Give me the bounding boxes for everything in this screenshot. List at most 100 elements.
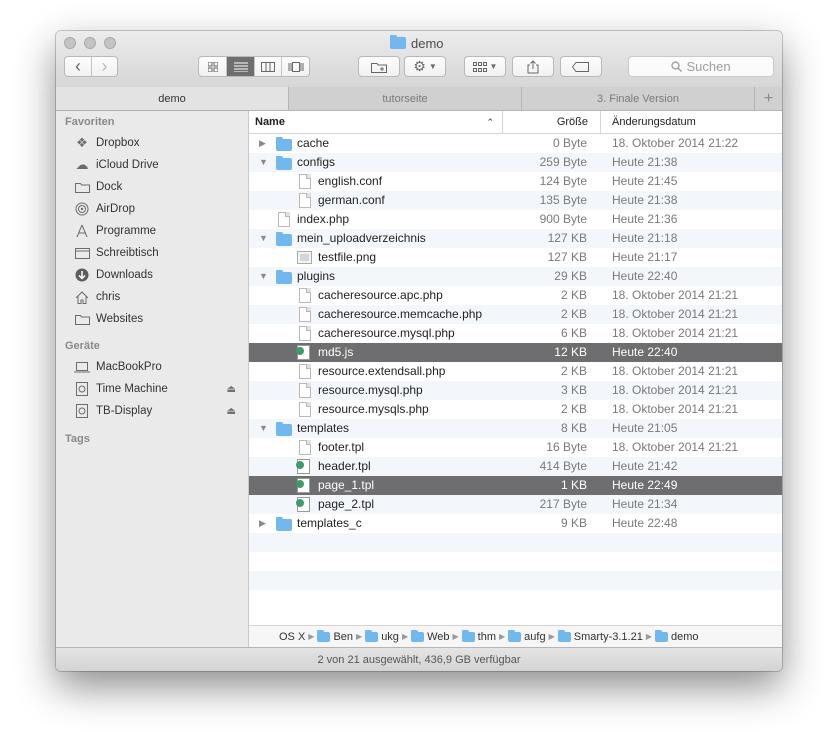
path-crumb[interactable]: Web [411,629,450,643]
path-crumb[interactable]: OS X [279,631,305,643]
sidebar-item-macbookpro[interactable]: MacBookPro [74,357,242,377]
sidebar-item-icloud-drive[interactable]: ☁ iCloud Drive [74,155,242,175]
chevron-right-icon: ▶ [401,632,409,641]
table-row[interactable]: md5.js 12 KB Heute 22:40 [249,343,782,362]
apps-icon [74,224,90,238]
forward-button[interactable]: › [90,56,117,76]
table-row[interactable]: footer.tpl 16 Byte 18. Oktober 2014 21:21 [249,438,782,457]
table-row[interactable]: ▶ cache 0 Byte 18. Oktober 2014 21:22 [249,134,782,153]
disclosure-closed-icon[interactable]: ▶ [259,518,269,528]
status-text: 2 von 21 ausgewählt, 436,9 GB verfügbar [317,654,521,666]
sidebar-item-label: iCloud Drive [96,159,159,171]
back-button[interactable]: ‹ [65,56,91,76]
desktop-icon [74,246,90,260]
sidebar-item-downloads[interactable]: Downloads [74,265,242,285]
document-icon [299,307,311,322]
column-header-size[interactable]: Größe [503,111,601,133]
tab-tutorseite[interactable]: tutorseite [289,87,522,110]
sidebar-item-dock[interactable]: Dock [74,177,242,197]
path-crumb[interactable]: Smarty-3.1.21 [557,629,643,643]
file-date: 18. Oktober 2014 21:21 [612,326,739,340]
tab-demo[interactable]: demo [56,87,289,110]
file-date: 18. Oktober 2014 21:21 [612,307,739,321]
table-row[interactable]: ▶ templates_c 9 KB Heute 22:48 [249,514,782,533]
sidebar-item-schreibtisch[interactable]: Schreibtisch [74,243,242,263]
column-header-name[interactable]: Name ⌃ [249,111,503,133]
table-row[interactable]: header.tpl 414 Byte Heute 21:42 [249,457,782,476]
sidebar-item-label: chris [96,291,121,303]
disclosure-open-icon[interactable]: ▼ [259,157,269,167]
sidebar-item-programme[interactable]: Programme [74,221,242,241]
disclosure-closed-icon[interactable]: ▶ [259,138,269,148]
column-header-name-label: Name [255,116,285,128]
column-view-button[interactable] [253,57,282,76]
path-crumb[interactable]: aufg [508,629,546,643]
sidebar-item-time-machine[interactable]: Time Machine ⏏ [74,379,242,399]
path-crumb[interactable]: Ben [317,629,353,643]
zoom-button[interactable] [104,37,116,49]
path-crumb[interactable]: thm [461,629,497,643]
table-row[interactable]: resource.extendsall.php 2 KB 18. Oktober 2… [249,362,782,381]
share-button[interactable] [512,56,554,77]
empty-row [249,571,782,590]
table-row[interactable]: ▼ mein_uploadverzeichnis 127 KB Heute 21:18 [249,229,782,248]
tab-finale-version[interactable]: 3. Finale Version [522,87,755,110]
document-icon [299,383,311,398]
column-header-date[interactable]: Änderungsdatum [601,111,782,133]
table-row[interactable]: page_1.tpl 1 KB Heute 22:49 [249,476,782,495]
user-folder-icon [317,629,331,642]
minimize-button[interactable] [84,37,96,49]
close-button[interactable] [64,37,76,49]
table-row[interactable]: resource.mysql.php 3 KB 18. Oktober 2014 2… [249,381,782,400]
disk-icon [74,382,90,396]
table-row[interactable]: ▼ templates 8 KB Heute 21:05 [249,419,782,438]
table-row[interactable]: index.php 900 Byte Heute 21:36 [249,210,782,229]
window-title-text: demo [411,35,444,51]
table-row[interactable]: ▼ plugins 29 KB Heute 22:40 [249,267,782,286]
disclosure-open-icon[interactable]: ▼ [259,233,269,243]
laptop-icon [74,360,90,374]
sidebar-item-dropbox[interactable]: ❖ Dropbox [74,133,242,153]
search-field[interactable]: Suchen [628,56,774,77]
table-row[interactable]: resource.mysqls.php 2 KB 18. Oktober 2014 … [249,400,782,419]
sidebar-item-websites[interactable]: Websites [74,309,242,329]
script-file-icon [296,345,310,360]
action-menu-button[interactable]: ⚙ ▼ [404,56,446,77]
file-date: 18. Oktober 2014 21:21 [612,402,739,416]
tags-button[interactable] [560,56,602,77]
sidebar-item-airdrop[interactable]: AirDrop [74,199,242,219]
disclosure-open-icon[interactable]: ▼ [259,423,269,433]
file-date: Heute 21:38 [612,193,678,207]
arrange-menu-button[interactable]: ▼ [464,56,506,77]
document-icon [299,402,311,417]
sidebar-item-chris[interactable]: chris [74,287,242,307]
path-crumb[interactable]: ukg [365,629,399,643]
folder-icon [655,629,668,642]
table-row[interactable]: german.conf 135 Byte Heute 21:38 [249,191,782,210]
eject-icon[interactable]: ⏏ [227,384,236,395]
eject-icon[interactable]: ⏏ [227,406,236,417]
disclosure-open-icon[interactable]: ▼ [259,271,269,281]
coverflow-view-button[interactable] [281,57,309,76]
new-folder-button[interactable] [358,56,400,77]
file-name: page_1.tpl [318,478,375,492]
folder-icon [411,629,425,642]
table-row[interactable]: page_2.tpl 217 Byte Heute 21:34 [249,495,782,514]
folder-icon [461,629,475,642]
chevron-right-icon: › [101,56,108,76]
path-crumb-label: thm [477,630,497,643]
path-bar: OS X ▶ Ben ▶ ukg ▶ Web ▶ thm ▶ aufg ▶ Smarty-3.1.21 ▶… [249,625,782,647]
sidebar-devices-header: Geräte [65,340,100,352]
list-view-button[interactable] [226,57,254,76]
sidebar-item-tb-display[interactable]: TB-Display ⏏ [74,401,242,421]
table-row[interactable]: cacheresource.mysql.php 6 KB 18. Oktober 2… [249,324,782,343]
table-row[interactable]: cacheresource.memcache.php 2 KB 18. Oktobe… [249,305,782,324]
path-crumb[interactable]: demo [655,629,699,643]
table-row[interactable]: testfile.png 127 KB Heute 21:17 [249,248,782,267]
file-size: 127 KB [547,231,587,245]
add-tab-button[interactable]: + [755,87,782,110]
icon-view-button[interactable] [199,57,226,76]
table-row[interactable]: english.conf 124 Byte Heute 21:45 [249,172,782,191]
table-row[interactable]: cacheresource.apc.php 2 KB 18. Oktober 201… [249,286,782,305]
table-row[interactable]: ▼ configs 259 Byte Heute 21:38 [249,153,782,172]
